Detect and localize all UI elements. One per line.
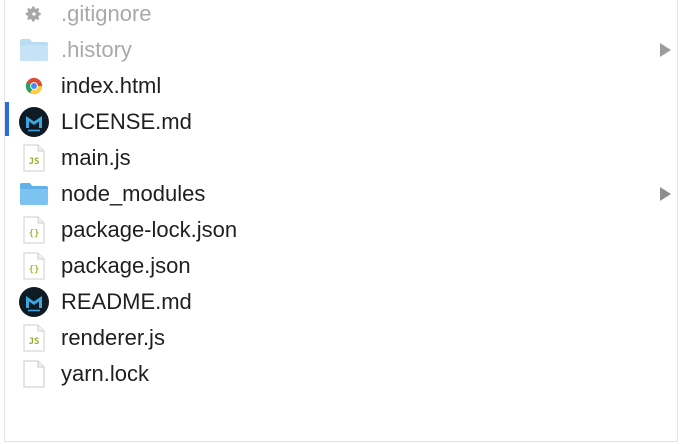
folder-row-node-modules[interactable]: node_modules: [5, 176, 677, 212]
folder-icon: [19, 179, 49, 209]
file-row-main-js[interactable]: JS main.js: [5, 140, 677, 176]
file-row-renderer-js[interactable]: JS renderer.js: [5, 320, 677, 356]
file-row-package-json[interactable]: {} package.json: [5, 248, 677, 284]
json-file-icon: {}: [19, 215, 49, 245]
file-name: .gitignore: [61, 1, 152, 26]
json-tag: {}: [28, 229, 40, 239]
file-row-license-md[interactable]: LICENSE.md: [5, 104, 677, 140]
gear-icon: [19, 0, 49, 29]
file-name: package.json: [61, 253, 191, 278]
markdown-icon: [19, 287, 49, 317]
file-name: yarn.lock: [61, 361, 150, 386]
file-row-yarn-lock[interactable]: yarn.lock: [5, 356, 677, 392]
file-name: package-lock.json: [61, 217, 238, 242]
js-tag: JS: [28, 157, 40, 167]
file-row-readme-md[interactable]: README.md: [5, 284, 677, 320]
js-tag: JS: [28, 337, 40, 347]
expand-chevron-icon[interactable]: [660, 43, 671, 57]
markdown-icon: [19, 107, 49, 137]
js-file-icon: JS: [19, 323, 49, 353]
file-name: renderer.js: [61, 325, 165, 350]
file-icon: [19, 359, 49, 389]
expand-chevron-icon[interactable]: [660, 187, 671, 201]
file-row-index-html[interactable]: index.html: [5, 68, 677, 104]
file-name: README.md: [61, 289, 192, 314]
json-file-icon: {}: [19, 251, 49, 281]
json-tag: {}: [28, 265, 40, 275]
file-name: main.js: [61, 145, 131, 170]
file-row-package-lock-json[interactable]: {} package-lock.json: [5, 212, 677, 248]
file-name: index.html: [61, 73, 162, 98]
folder-name: .history: [61, 37, 132, 62]
chrome-icon: [19, 71, 49, 101]
file-tree-panel: .gitignore .history index.html LICENSE.m…: [4, 0, 678, 442]
file-name: LICENSE.md: [61, 109, 192, 134]
folder-name: node_modules: [61, 181, 206, 206]
folder-icon: [19, 35, 49, 65]
file-row-gitignore[interactable]: .gitignore: [5, 0, 677, 32]
folder-row-history[interactable]: .history: [5, 32, 677, 68]
js-file-icon: JS: [19, 143, 49, 173]
